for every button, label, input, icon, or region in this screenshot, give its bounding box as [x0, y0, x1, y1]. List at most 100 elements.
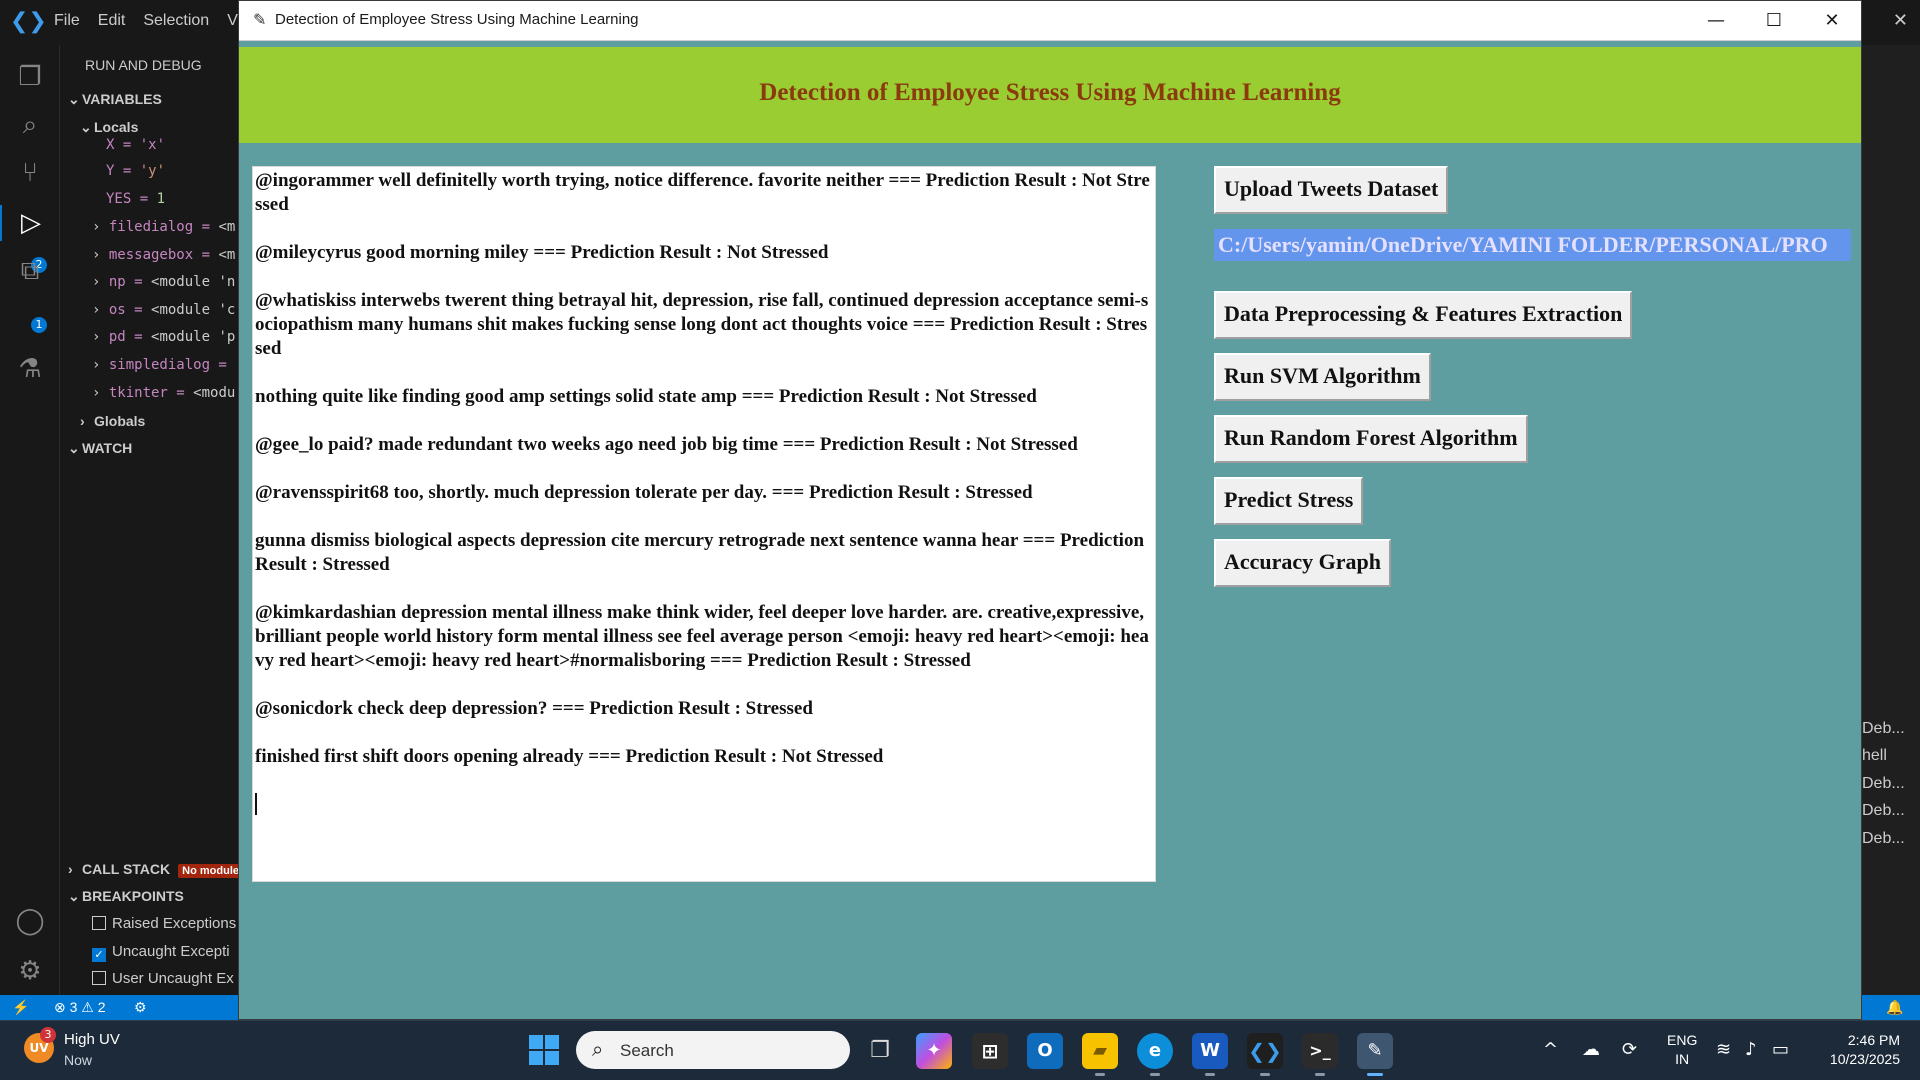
checkbox-checked-icon[interactable]: ✓	[92, 948, 106, 962]
menu-edit[interactable]: Edit	[98, 12, 126, 30]
terminal-item[interactable]: Deb...	[1862, 830, 1905, 848]
var-key: YES =	[106, 191, 157, 207]
extensions-icon[interactable]: ⧉	[12, 253, 48, 289]
word-icon[interactable]: W	[1192, 1033, 1228, 1069]
checkbox-unchecked[interactable]	[92, 971, 106, 985]
app-window-title: Detection of Employee Stress Using Machi…	[275, 11, 639, 28]
python-tk-icon[interactable]: ✎	[1357, 1033, 1393, 1069]
vscode-close-icon[interactable]: ✕	[1893, 10, 1908, 31]
source-control-icon[interactable]: ⑂	[12, 155, 48, 191]
debug-side-panel: RUN AND DEBUG ⌄ VARIABLES ⌄ Locals X = 'x'…	[60, 45, 240, 1005]
globals-section[interactable]: › Globals	[80, 413, 145, 429]
var-row[interactable]: › os = <module 'c	[92, 302, 235, 318]
var-row[interactable]: › np = <module 'n	[92, 274, 235, 290]
breakpoints-section[interactable]: ⌄ BREAKPOINTS	[68, 888, 184, 905]
var-row[interactable]: › tkinter = <modu	[92, 385, 235, 401]
volume-icon[interactable]: ♪	[1745, 1039, 1757, 1060]
locals-section[interactable]: ⌄ Locals	[80, 119, 138, 136]
running-indicator	[1150, 1073, 1160, 1076]
checkbox-unchecked[interactable]	[92, 916, 106, 930]
var-key: pd =	[108, 329, 152, 345]
var-key: os =	[108, 302, 152, 318]
minimize-icon[interactable]: —	[1687, 1, 1745, 41]
predict-stress-button[interactable]: Predict Stress	[1214, 477, 1364, 525]
terminal-icon[interactable]: >_	[1302, 1033, 1338, 1069]
app-titlebar: ✎ Detection of Employee Stress Using Mac…	[239, 1, 1861, 41]
var-key: tkinter =	[108, 385, 194, 401]
var-row[interactable]: YES = 1	[106, 191, 165, 207]
close-icon[interactable]: ✕	[1803, 1, 1861, 41]
tray-overflow-icon[interactable]: ^	[1543, 1039, 1558, 1060]
remote-icon[interactable]: ⚡	[12, 999, 29, 1016]
variables-section[interactable]: ⌄ VARIABLES	[68, 91, 162, 108]
menu-view[interactable]: V	[227, 12, 238, 30]
var-row[interactable]: › simpledialog =	[92, 357, 227, 373]
taskbar-search-box[interactable]: ⌕ Search	[576, 1031, 850, 1069]
chevron-down-icon: ⌄	[68, 440, 80, 456]
var-row[interactable]: › filedialog = <m	[92, 219, 235, 235]
windows-start-icon[interactable]	[529, 1035, 561, 1067]
search-placeholder: Search	[620, 1041, 674, 1060]
clock-date: 10/23/2025	[1829, 1051, 1900, 1067]
var-row[interactable]: › messagebox = <m	[92, 247, 235, 263]
terminal-item[interactable]: Deb...	[1862, 775, 1905, 793]
sync-icon[interactable]: ⟳	[1622, 1039, 1637, 1060]
file-explorer-icon[interactable]: ▰	[1082, 1033, 1118, 1069]
vscode-taskbar-icon[interactable]: ❮❯	[1247, 1033, 1283, 1069]
battery-icon[interactable]: ▭	[1772, 1039, 1789, 1060]
copilot-icon[interactable]: ✦	[916, 1033, 952, 1069]
preprocess-button[interactable]: Data Preprocessing & Features Extraction	[1214, 291, 1633, 339]
run-debug-icon[interactable]: ▷	[0, 205, 60, 241]
outlook-icon[interactable]: O	[1027, 1033, 1063, 1069]
task-view-icon[interactable]: ❐	[862, 1033, 898, 1069]
accuracy-graph-button[interactable]: Accuracy Graph	[1214, 539, 1392, 587]
search-icon[interactable]: ⌕	[12, 107, 48, 143]
account-icon[interactable]: ◯	[12, 903, 48, 939]
output-text-area[interactable]: @ingorammer well definitelly worth tryin…	[252, 166, 1156, 882]
debug-status-icon[interactable]: ⚙	[134, 999, 147, 1016]
menu-selection[interactable]: Selection	[143, 12, 209, 30]
running-indicator	[1095, 1073, 1105, 1076]
terminal-item[interactable]: Deb...	[1862, 802, 1905, 820]
terminal-item[interactable]: Deb...	[1862, 720, 1905, 738]
side-panel-title: RUN AND DEBUG	[85, 57, 202, 73]
clock-time: 2:46 PM	[1847, 1032, 1900, 1048]
weather-subtitle: Now	[64, 1052, 93, 1068]
chevron-right-icon: ›	[68, 861, 73, 877]
text-caret	[255, 793, 257, 815]
onedrive-icon[interactable]: ☁	[1582, 1039, 1600, 1060]
running-indicator	[1260, 1073, 1270, 1076]
watch-section[interactable]: ⌄ WATCH	[68, 440, 132, 457]
output-line: @ravensspirit68 too, shortly. much depre…	[255, 482, 1033, 503]
output-line: finished first shift doors opening alrea…	[255, 746, 884, 767]
errors-status[interactable]: ⊗ 3 ⚠ 2	[54, 999, 106, 1016]
settings-gear-icon[interactable]: ⚙	[12, 953, 48, 989]
edge-icon[interactable]: e	[1137, 1033, 1173, 1069]
output-line: @ingorammer well definitelly worth tryin…	[255, 170, 1150, 215]
maximize-icon[interactable]: ☐	[1745, 1, 1803, 41]
run-svm-button[interactable]: Run SVM Algorithm	[1214, 353, 1431, 401]
run-random-forest-button[interactable]: Run Random Forest Algorithm	[1214, 415, 1528, 463]
weather-title[interactable]: High UV	[64, 1031, 120, 1048]
language-indicator[interactable]: ENG IN	[1667, 1031, 1697, 1069]
terminal-item[interactable]: hell	[1862, 747, 1887, 765]
output-line: @whatiskiss interwebs twerent thing betr…	[255, 290, 1149, 359]
upload-dataset-button[interactable]: Upload Tweets Dataset	[1214, 166, 1449, 214]
var-row[interactable]: Y = 'y'	[106, 163, 165, 179]
var-row[interactable]: › pd = <module 'p	[92, 329, 235, 345]
testing-icon[interactable]: ⚗	[12, 351, 48, 387]
lang-line: ENG	[1667, 1032, 1698, 1048]
breakpoint-user-uncaught[interactable]: User Uncaught Ex	[92, 970, 234, 987]
menu-file[interactable]: File	[54, 12, 80, 30]
var-row[interactable]: X = 'x'	[106, 137, 165, 153]
call-stack-section[interactable]: › CALL STACK No module	[68, 861, 240, 878]
store-icon[interactable]: ⊞	[972, 1033, 1008, 1069]
breakpoint-raised[interactable]: Raised Exceptions	[92, 915, 236, 932]
clock[interactable]: 2:46 PM 10/23/2025	[1812, 1031, 1900, 1069]
breakpoint-uncaught[interactable]: ✓ Uncaught Excepti	[92, 943, 230, 962]
wifi-icon[interactable]: ≋	[1716, 1039, 1731, 1060]
app-window: ✎ Detection of Employee Stress Using Mac…	[238, 0, 1862, 1020]
explorer-icon[interactable]: ❐	[12, 59, 48, 95]
output-line: @kimkardashian depression mental illness…	[255, 602, 1149, 671]
notifications-bell-icon[interactable]: 🔔	[1886, 999, 1903, 1016]
